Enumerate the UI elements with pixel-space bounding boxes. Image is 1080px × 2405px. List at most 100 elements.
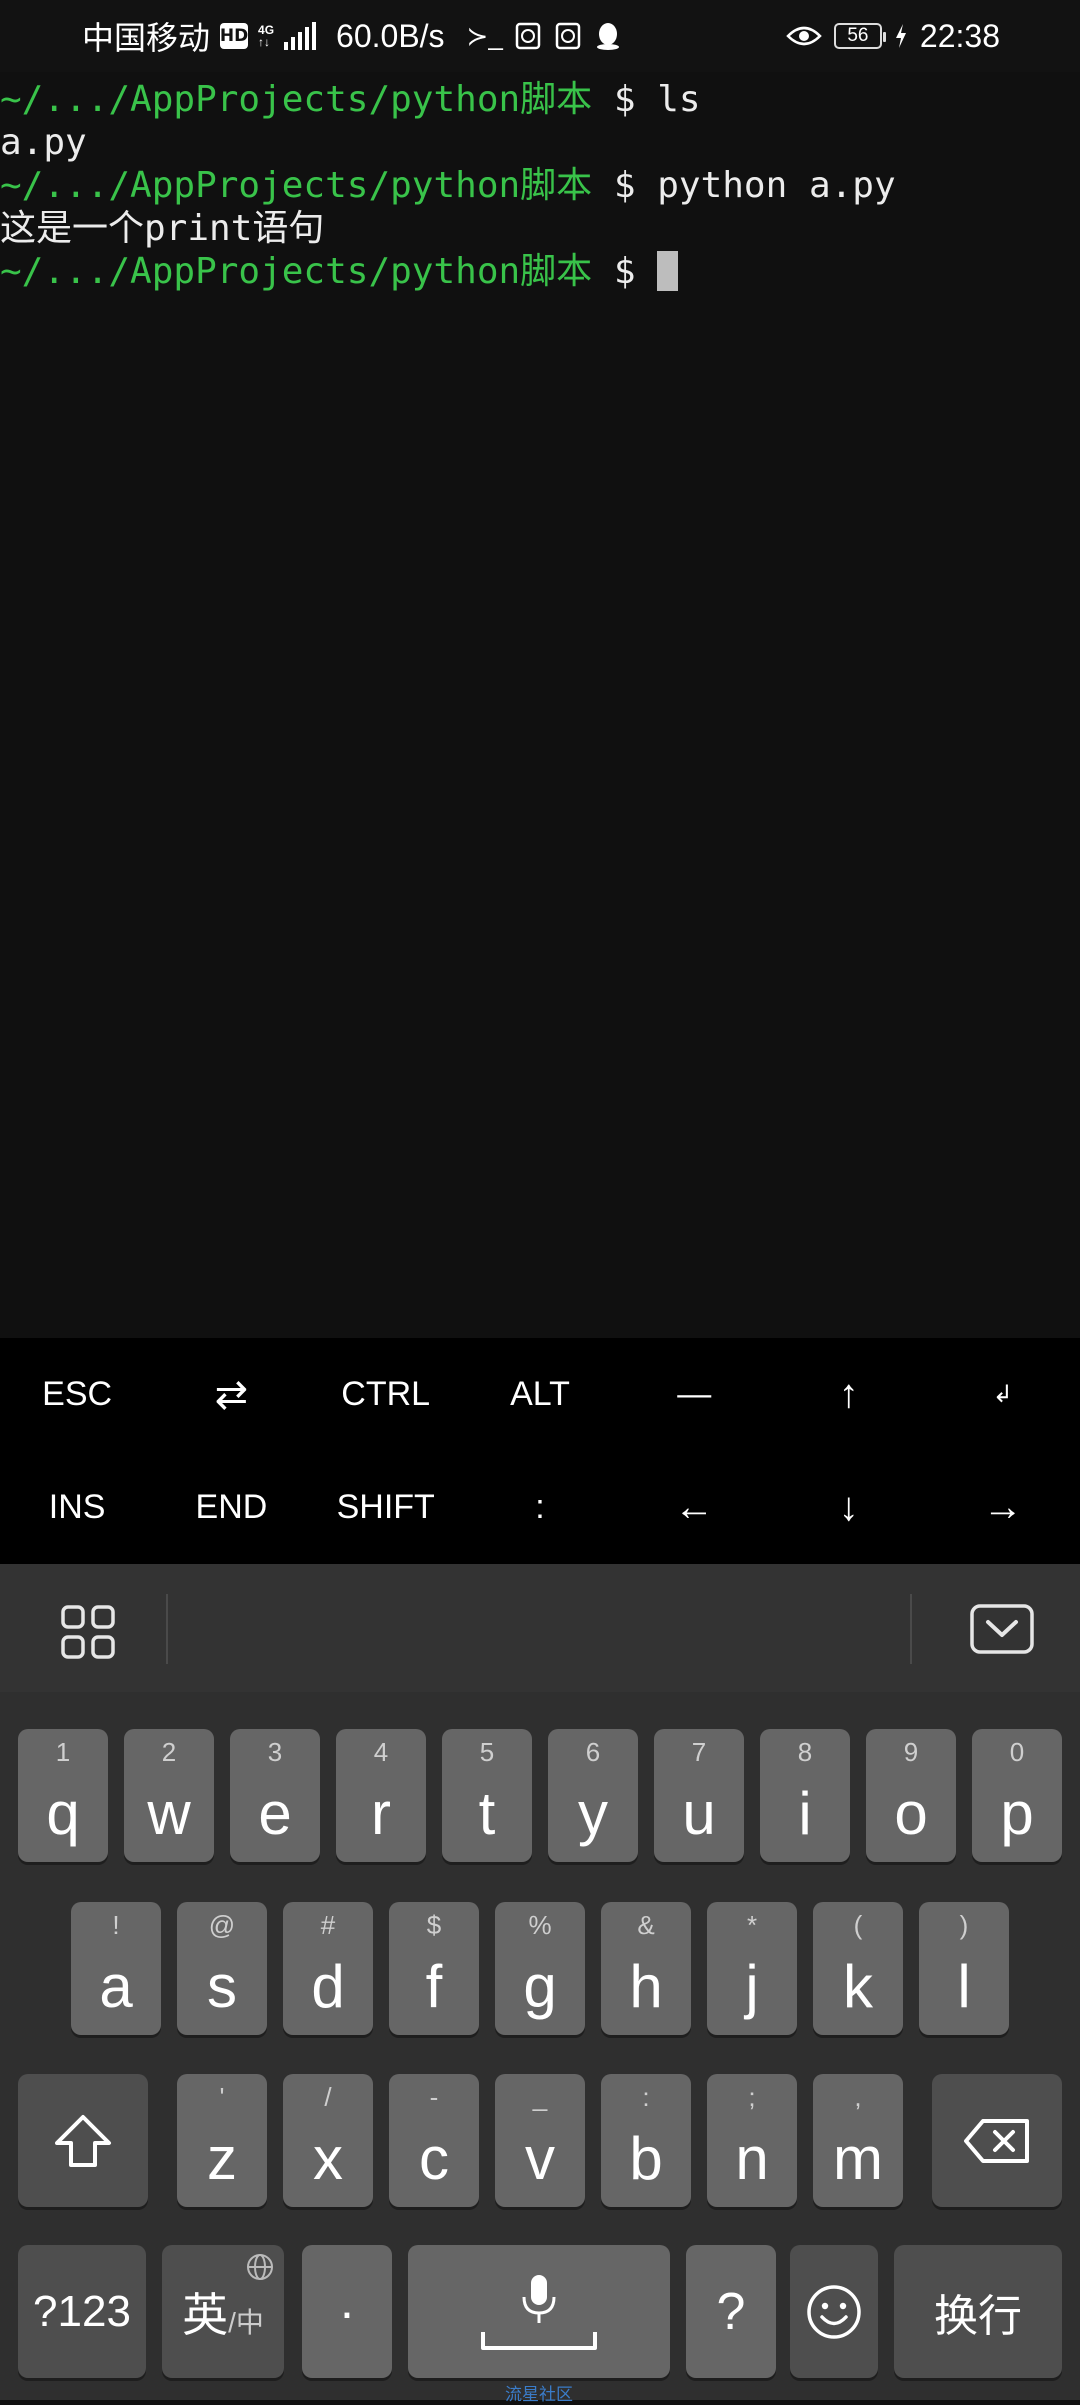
- key-p[interactable]: 0p: [972, 1729, 1062, 1862]
- gallery-icon: [553, 21, 583, 51]
- key-a[interactable]: ! a: [71, 1902, 161, 2035]
- key-d[interactable]: # d: [283, 1902, 373, 2035]
- toolbar-divider: [910, 1594, 912, 1664]
- dash-key[interactable]: —: [617, 1338, 771, 1451]
- key-label: 换行: [934, 2291, 1022, 2341]
- key-i[interactable]: 8i: [760, 1729, 850, 1862]
- colon-key[interactable]: :: [463, 1451, 617, 1564]
- key-label: e: [258, 1780, 292, 1847]
- network-speed: 60.0B/s: [336, 17, 445, 54]
- key-u[interactable]: 7u: [654, 1729, 744, 1862]
- up-arrow-key[interactable]: ↑: [771, 1338, 925, 1451]
- key-o[interactable]: 9o: [866, 1729, 956, 1862]
- prompt-path: ~/.../AppProjects/python脚本: [0, 79, 593, 120]
- symbols-key[interactable]: ?123: [18, 2245, 146, 2378]
- prompt-path: ~/.../AppProjects/python脚本: [0, 251, 593, 292]
- signal-icon: [284, 22, 317, 50]
- key-q[interactable]: 1q: [18, 1729, 108, 1862]
- right-arrow-key[interactable]: →: [926, 1451, 1080, 1564]
- key-secondary-label: %: [528, 1910, 552, 1940]
- key-n[interactable]: ; n: [707, 2074, 797, 2207]
- space-bar[interactable]: [408, 2245, 670, 2378]
- key-label: v: [525, 2125, 555, 2192]
- key-g[interactable]: % g: [495, 1902, 585, 2035]
- key-t[interactable]: 5t: [442, 1729, 532, 1862]
- key-c[interactable]: -c: [389, 2074, 479, 2207]
- key-secondary-label: *: [746, 1910, 758, 1940]
- esc-key[interactable]: ESC: [0, 1338, 154, 1451]
- command-text: ls: [657, 79, 701, 120]
- question-key[interactable]: ?: [686, 2245, 776, 2378]
- key-label: n: [735, 2125, 769, 2192]
- enter-newline-key[interactable]: 换行: [894, 2245, 1062, 2378]
- key-secondary-label: :: [642, 2082, 650, 2112]
- key-label: a: [99, 1953, 133, 2020]
- key-b[interactable]: :b: [601, 2074, 691, 2207]
- key-secondary-label: &: [637, 1910, 655, 1940]
- key-secondary-label: 0: [1009, 1737, 1025, 1767]
- key-secondary-label: @: [208, 1910, 236, 1940]
- dot-key[interactable]: ·: [302, 2245, 392, 2378]
- language-switch-key[interactable]: 英/中: [162, 2245, 284, 2378]
- key-label: h: [629, 1953, 663, 2020]
- terminal-output-line: a.py: [0, 122, 87, 163]
- tab-key[interactable]: ⇄: [154, 1338, 308, 1451]
- ins-key[interactable]: INS: [0, 1451, 154, 1564]
- hide-keyboard-icon[interactable]: [970, 1604, 1034, 1654]
- ctrl-key[interactable]: CTRL: [309, 1338, 463, 1451]
- key-w[interactable]: 2w: [124, 1729, 214, 1862]
- key-r[interactable]: 4r: [336, 1729, 426, 1862]
- hd-badge: HD: [220, 23, 248, 49]
- key-k[interactable]: (k: [813, 1902, 903, 2035]
- status-bar-left: 中国移动 HD 4G ↑↓ 60.0B/s ≻_: [82, 0, 623, 72]
- key-label: w: [147, 1780, 191, 1847]
- grid-menu-icon[interactable]: [60, 1604, 116, 1660]
- terminal-cursor: [657, 251, 679, 291]
- prompt-symbol: $: [613, 251, 636, 292]
- key-label: k: [843, 1953, 873, 2020]
- carrier-name: 中国移动: [82, 20, 211, 56]
- key-secondary-label: _: [532, 2082, 548, 2112]
- key-y[interactable]: 6y: [548, 1729, 638, 1862]
- left-arrow-key[interactable]: ←: [617, 1451, 771, 1564]
- enter-key[interactable]: ↲: [926, 1338, 1080, 1451]
- key-secondary-label: 7: [691, 1737, 707, 1767]
- key-label: b: [629, 2125, 663, 2192]
- shift-button[interactable]: [18, 2074, 148, 2207]
- key-secondary-label: 9: [903, 1737, 919, 1767]
- key-label: c: [419, 2125, 449, 2192]
- backspace-icon: [964, 2118, 1029, 2163]
- alt-key[interactable]: ALT: [463, 1338, 617, 1451]
- status-bar-right: 56 22:38: [784, 0, 1000, 72]
- key-secondary-label: 3: [267, 1737, 283, 1767]
- key-secondary-label: #: [320, 1910, 336, 1940]
- key-secondary-label: ,: [854, 2082, 862, 2112]
- key-secondary-label: 6: [585, 1737, 601, 1767]
- key-label: x: [313, 2125, 343, 2192]
- status-bar: 中国移动 HD 4G ↑↓ 60.0B/s ≻_ 56 22:38: [0, 0, 1080, 72]
- key-label: ?123: [33, 2286, 131, 2336]
- key-secondary-label: 4: [373, 1737, 389, 1767]
- end-key[interactable]: END: [154, 1451, 308, 1564]
- soft-keyboard: 1q 2w 3e 4r 5t 6y 7u 8i 9o 0p ! a @ s # d $…: [0, 1692, 1080, 2400]
- terminal-line: ~/.../AppProjects/python脚本 $: [0, 250, 1080, 293]
- down-arrow-key[interactable]: ↓: [771, 1451, 925, 1564]
- emoji-key[interactable]: [790, 2245, 878, 2378]
- key-s[interactable]: @ s: [177, 1902, 267, 2035]
- key-f[interactable]: $ f: [389, 1902, 479, 2035]
- key-l[interactable]: ) l: [919, 1902, 1009, 2035]
- key-e[interactable]: 3e: [230, 1729, 320, 1862]
- brand-watermark: 流星社区: [505, 2385, 573, 2405]
- key-m[interactable]: ,m: [813, 2074, 903, 2207]
- shift-key[interactable]: SHIFT: [309, 1451, 463, 1564]
- terminal-view[interactable]: ~/.../AppProjects/python脚本 $ ls a.py ~/.…: [0, 72, 1080, 1338]
- key-j[interactable]: * j: [707, 1902, 797, 2035]
- key-label: ?: [716, 2282, 746, 2341]
- key-x[interactable]: / x: [283, 2074, 373, 2207]
- key-z[interactable]: ' z: [177, 2074, 267, 2207]
- microphone-icon: [521, 2273, 557, 2330]
- keyboard-toolbar: [0, 1564, 1080, 1693]
- key-h[interactable]: & h: [601, 1902, 691, 2035]
- backspace-button[interactable]: [932, 2074, 1062, 2207]
- key-v[interactable]: _ v: [495, 2074, 585, 2207]
